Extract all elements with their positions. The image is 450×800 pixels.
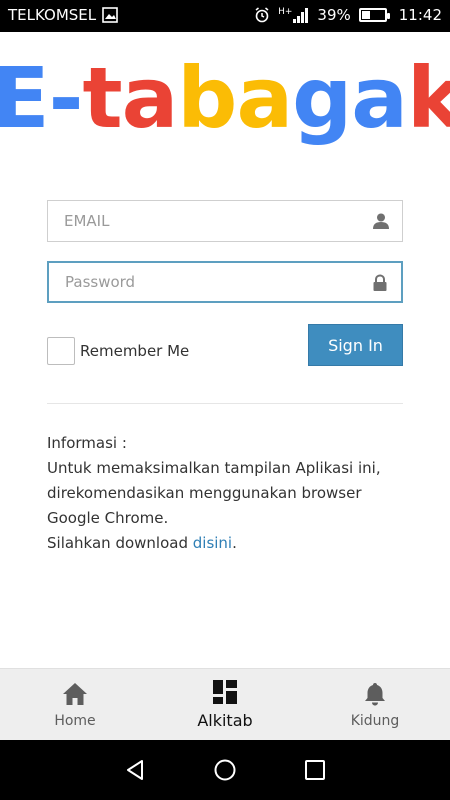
email-field[interactable] <box>48 201 402 241</box>
info-line-3: Google Chrome. <box>47 509 169 527</box>
info-section: Informasi : Untuk memaksimalkan tampilan… <box>47 431 427 556</box>
password-field[interactable] <box>49 263 401 301</box>
battery-icon <box>358 8 390 22</box>
grid-icon <box>213 680 237 704</box>
carrier-name: TELKOMSEL <box>8 6 97 24</box>
logo-letter: k <box>406 49 450 147</box>
tab-home[interactable]: Home <box>0 669 150 740</box>
user-icon <box>373 213 389 229</box>
logo-letter: g <box>292 49 352 147</box>
info-line-4: Silahkan download disini. <box>47 531 427 556</box>
logo-letter: - <box>48 49 84 147</box>
back-button[interactable] <box>120 755 150 785</box>
bell-icon <box>365 682 385 705</box>
sign-in-button[interactable]: Sign In <box>308 324 403 366</box>
square-recents-icon <box>305 760 325 780</box>
tab-alkitab[interactable]: Alkitab <box>150 669 300 740</box>
network-type: H+ <box>278 6 293 17</box>
status-bar: TELKOMSEL H+ 39% 11:42 <box>0 0 450 32</box>
email-field-wrapper <box>47 200 403 242</box>
alarm-icon <box>255 7 269 23</box>
signal-icon <box>293 7 309 23</box>
logo-letter: b <box>177 49 237 147</box>
download-link[interactable]: disini <box>193 534 232 552</box>
info-heading: Informasi : <box>47 434 127 452</box>
download-text-suffix: . <box>232 534 237 552</box>
remember-me-label[interactable]: Remember Me <box>80 342 189 360</box>
system-nav-bar <box>0 740 450 800</box>
circle-home-icon <box>214 759 236 781</box>
bottom-tab-bar: Home Alkitab Kidung <box>0 668 450 740</box>
clock: 11:42 <box>398 6 442 24</box>
tab-kidung-label: Kidung <box>350 712 400 729</box>
logo-letter: a <box>236 49 293 147</box>
image-icon <box>102 7 118 23</box>
home-icon <box>63 682 87 705</box>
lock-icon <box>373 274 387 291</box>
tab-kidung[interactable]: Kidung <box>300 669 450 740</box>
recents-button[interactable] <box>300 755 330 785</box>
remember-me-checkbox[interactable] <box>47 337 75 365</box>
battery-percent: 39% <box>317 6 351 24</box>
info-line-1: Untuk memaksimalkan tampilan Aplikasi in… <box>47 459 381 477</box>
home-nav-button[interactable] <box>210 755 240 785</box>
download-text: Silahkan download <box>47 534 193 552</box>
password-field-wrapper <box>47 261 403 303</box>
back-icon <box>127 760 143 780</box>
logo-letter: a <box>351 49 408 147</box>
tab-home-label: Home <box>54 712 96 729</box>
divider <box>47 403 403 404</box>
logo-letter: E <box>0 49 50 147</box>
logo-letter: a <box>121 49 179 147</box>
info-line-2: direkomendasikan menggunakan browser <box>47 484 362 502</box>
app-logo: E-tabagak <box>0 48 450 148</box>
logo-letter: t <box>82 49 122 147</box>
remember-me: Remember Me <box>47 337 189 365</box>
tab-alkitab-label: Alkitab <box>197 711 253 730</box>
